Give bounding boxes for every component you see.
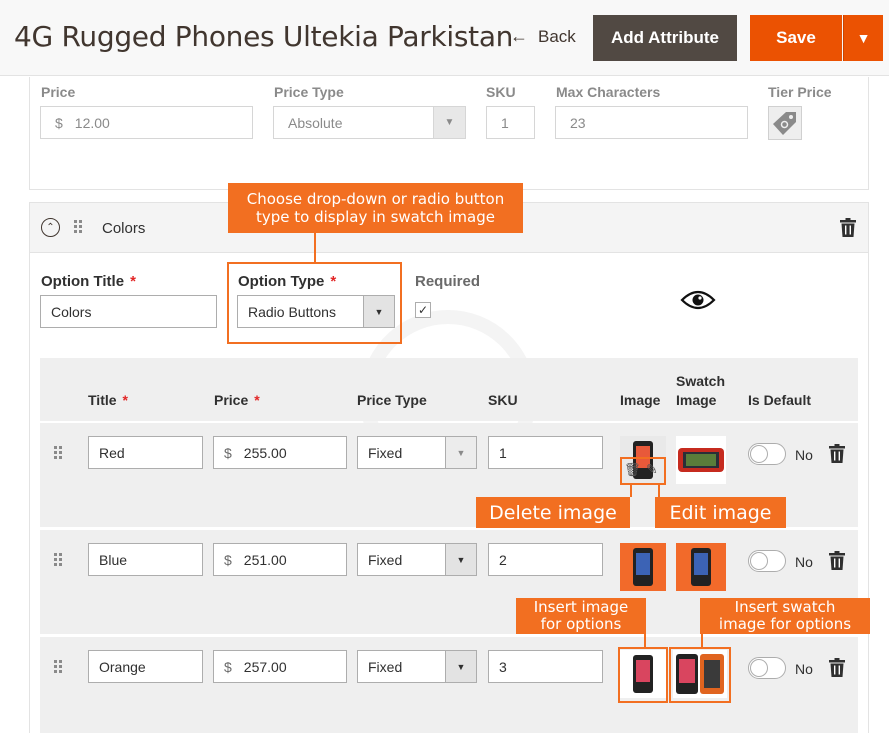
phone-swatch-image [676,654,724,694]
drag-handle-icon[interactable] [74,220,82,233]
phone-swatch-image [691,548,711,586]
trash-icon[interactable] [829,444,845,463]
is-default-label: No [795,554,813,570]
trash-icon[interactable]: 🗑 [624,462,641,478]
chevron-down-icon: ▼ [363,296,394,327]
column-title: Title * [88,392,128,408]
column-is-default: Is Default [748,392,812,408]
option-type-callout: Choose drop-down or radio button type to… [228,183,523,233]
page-header: 4G Rugged Phones Ultekia Parkistan ← Bac… [0,0,889,76]
page-title: 4G Rugged Phones Ultekia Parkistan [14,20,514,53]
insert-image-callout: Insert image for options [516,598,646,634]
option-type-select[interactable]: Radio Buttons ▼ [237,295,395,328]
price-type-value: Absolute [288,114,343,131]
pencil-icon[interactable]: ✎ [646,461,658,478]
row-title-input[interactable]: Orange [88,650,203,683]
arrow-left-icon: ← [510,26,528,46]
add-attribute-button[interactable]: Add Attribute [593,15,737,61]
row-price-input[interactable]: $255.00 [213,436,347,469]
row-sku-input[interactable]: 3 [488,650,603,683]
row-price-input[interactable]: $251.00 [213,543,347,576]
phone-image [633,548,653,586]
row-title-input[interactable]: Red [88,436,203,469]
max-characters-input[interactable]: 23 [555,106,748,139]
callout-connector [658,485,660,497]
is-default-label: No [795,447,813,463]
is-default-toggle[interactable] [748,657,786,679]
trash-icon[interactable] [829,551,845,570]
row-price-type-select[interactable]: Fixed ▼ [357,436,477,469]
option-panel-title: Colors [102,220,146,237]
back-button[interactable]: ← Back [510,26,576,47]
row-sku-input[interactable]: 1 [488,436,603,469]
chevron-down-icon: ▼ [445,544,476,575]
row-price-type-select[interactable]: Fixed ▼ [357,543,477,576]
price-value: 12.00 [74,114,110,131]
is-default-toggle[interactable] [748,550,786,572]
option-title-input[interactable]: Colors [40,295,217,328]
drag-handle-icon[interactable] [54,553,62,566]
price-tag-icon [773,112,796,135]
trash-icon[interactable] [840,218,856,237]
callout-connector [630,485,632,497]
price-type-select[interactable]: Absolute ▼ [273,106,466,139]
row-title-input[interactable]: Blue [88,543,203,576]
row-price-type-select[interactable]: Fixed ▼ [357,650,477,683]
sku-label: SKU [486,84,516,100]
trash-icon[interactable] [829,658,845,677]
sku-input[interactable]: 1 [486,106,535,139]
delete-image-callout: Delete image [476,497,630,528]
edit-image-callout: Edit image [655,497,786,528]
price-currency: $ [55,114,63,131]
column-image: Image [620,392,661,408]
price-label: Price [41,84,76,100]
required-label: Required [415,273,481,290]
column-price: Price * [214,392,260,408]
sku-value: 1 [501,114,509,131]
collapse-circle-icon[interactable]: ⌃ [41,218,60,237]
callout-connector [701,634,703,647]
tier-price-label: Tier Price [768,84,832,100]
insert-swatch-callout: Insert swatch image for options [700,598,870,634]
column-swatch-line1: Swatch [676,373,726,389]
is-default-label: No [795,661,813,677]
column-swatch-line2: Image [676,392,717,408]
option-type-label: Option Type * [238,273,337,290]
eye-icon[interactable] [680,288,716,312]
options-grid-header [40,358,858,421]
price-input[interactable]: $ 12.00 [40,106,253,139]
is-default-toggle[interactable] [748,443,786,465]
row-sku-input[interactable]: 2 [488,543,603,576]
option-type-value: Radio Buttons [248,303,336,320]
swatch-image-thumbnail[interactable] [676,436,726,484]
chevron-down-icon: ▼ [445,437,476,468]
column-price-type: Price Type [357,392,427,408]
phone-swatch-image [678,448,724,472]
max-characters-value: 23 [570,114,586,131]
option-title-value: Colors [51,303,92,320]
required-checkbox[interactable]: ✓ [415,302,431,318]
chevron-down-icon: ▼ [445,651,476,682]
price-type-label: Price Type [274,84,344,100]
drag-handle-icon[interactable] [54,660,62,673]
column-sku: SKU [488,392,518,408]
swatch-image-thumbnail[interactable] [673,650,727,698]
tier-price-button[interactable] [768,106,802,140]
save-options-toggle[interactable]: ▼ [843,15,883,61]
option-image-thumbnail[interactable] [620,650,666,698]
callout-connector [314,233,316,262]
option-title-label: Option Title * [41,273,136,290]
phone-image [633,655,653,693]
row-price-input[interactable]: $257.00 [213,650,347,683]
back-label: Back [538,26,576,46]
option-image-thumbnail[interactable] [620,543,666,591]
max-characters-label: Max Characters [556,84,661,100]
callout-connector [644,634,646,647]
save-button[interactable]: Save [750,15,842,61]
drag-handle-icon[interactable] [54,446,62,459]
chevron-down-icon: ▼ [856,30,871,46]
swatch-image-thumbnail[interactable] [676,543,726,591]
chevron-down-icon: ▼ [433,107,465,138]
